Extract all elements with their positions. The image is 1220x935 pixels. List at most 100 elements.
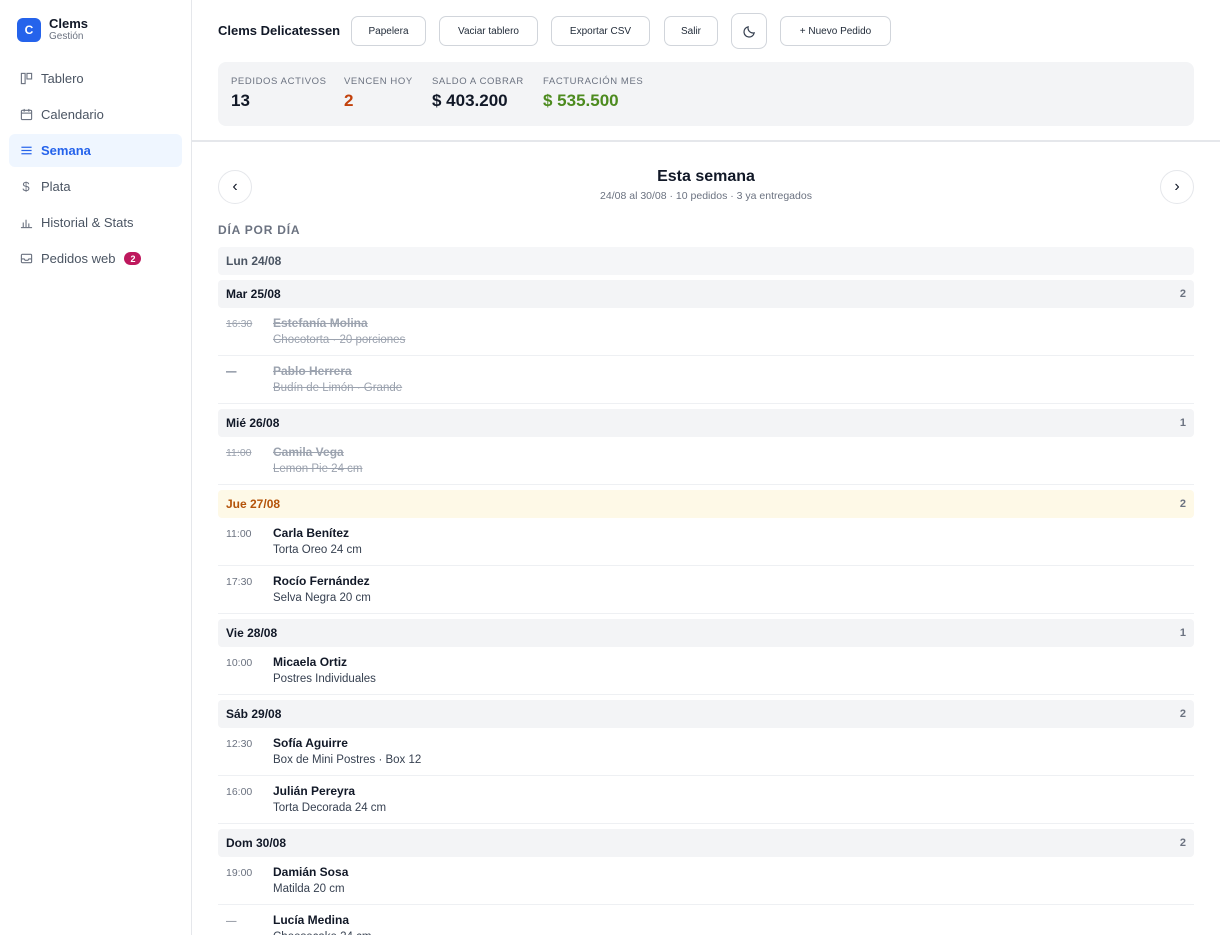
sidebar-item-pedidos-web[interactable]: Pedidos web 2 bbox=[9, 242, 182, 275]
main-content: Clems Delicatessen Papelera Vaciar table… bbox=[192, 0, 1220, 935]
order-description: Chocotorta · 20 porciones bbox=[273, 334, 406, 346]
order-row[interactable]: 11:00 Carla Benítez Torta Oreo 24 cm bbox=[218, 518, 1194, 566]
day-list: Lun 24/08 Mar 25/08 2 16:30 Estefanía Molina… bbox=[218, 247, 1194, 935]
brand-name: Clems bbox=[49, 16, 89, 31]
order-info: Rocío Fernández Selva Negra 20 cm bbox=[273, 574, 371, 604]
stat-value: $ 535.500 bbox=[543, 91, 619, 110]
calendar-icon bbox=[19, 108, 33, 122]
brand-subtitle: Gestión bbox=[49, 31, 84, 42]
sidebar-item-historial[interactable]: Historial & Stats bbox=[9, 206, 182, 239]
next-week-button[interactable]: › bbox=[1160, 170, 1194, 204]
order-info: Carla Benítez Torta Oreo 24 cm bbox=[273, 526, 362, 556]
day-header[interactable]: Jue 27/08 2 bbox=[218, 490, 1194, 518]
day-label: Vie 28/08 bbox=[226, 626, 278, 640]
stat-label: VENCEN HOY bbox=[344, 76, 413, 87]
shop-name: Clems Delicatessen bbox=[218, 23, 341, 38]
order-row[interactable]: 16:30 Estefanía Molina Chocotorta · 20 por… bbox=[218, 308, 1194, 356]
day-label: Jue 27/08 bbox=[226, 497, 281, 511]
order-row[interactable]: 17:30 Rocío Fernández Selva Negra 20 cm bbox=[218, 566, 1194, 614]
order-customer: Rocío Fernández bbox=[273, 574, 370, 588]
day-label: Sáb 29/08 bbox=[226, 707, 282, 721]
order-row[interactable]: — Lucía Medina Cheesecake 24 cm bbox=[218, 905, 1194, 935]
vaciar-tablero-button[interactable]: Vaciar tablero bbox=[439, 16, 538, 46]
sidebar-item-semana[interactable]: Semana bbox=[9, 134, 182, 167]
day-count: 1 bbox=[1179, 627, 1186, 639]
sidebar-item-label: Plata bbox=[41, 179, 71, 194]
stat-value: $ 403.200 bbox=[432, 91, 508, 110]
stat-label: SALDO A COBRAR bbox=[432, 76, 524, 87]
order-info: Camila Vega Lemon Pie 24 cm bbox=[273, 445, 363, 475]
nuevo-pedido-button[interactable]: + Nuevo Pedido bbox=[780, 16, 891, 46]
stat-label: PEDIDOS ACTIVOS bbox=[231, 76, 327, 87]
order-time: — bbox=[226, 366, 237, 378]
sidebar-item-label: Calendario bbox=[41, 107, 104, 122]
day-label: Mar 25/08 bbox=[226, 287, 281, 301]
stat-value: 2 bbox=[344, 91, 354, 110]
brand[interactable]: C Clems Gestión bbox=[17, 17, 88, 43]
list-icon bbox=[19, 144, 33, 158]
order-row[interactable]: 16:00 Julián Pereyra Torta Decorada 24 cm bbox=[218, 776, 1194, 824]
papelera-button[interactable]: Papelera bbox=[351, 16, 426, 46]
bar-chart-icon bbox=[19, 216, 33, 230]
order-customer: Pablo Herrera bbox=[273, 364, 352, 378]
day-header[interactable]: Vie 28/08 1 bbox=[218, 619, 1194, 647]
order-description: Matilda 20 cm bbox=[273, 883, 345, 895]
order-time: 12:30 bbox=[226, 738, 253, 750]
day-header[interactable]: Mar 25/08 2 bbox=[218, 280, 1194, 308]
stat-facturacion-mes: FACTURACIÓN MES $ 535.500 bbox=[543, 76, 643, 111]
order-description: Torta Oreo 24 cm bbox=[273, 544, 362, 556]
week-subtitle: 24/08 al 30/08 · 10 pedidos · 3 ya entre… bbox=[600, 190, 812, 202]
sidebar-item-tablero[interactable]: Tablero bbox=[9, 62, 182, 95]
order-customer: Sofía Aguirre bbox=[273, 736, 348, 750]
day-label: Mié 26/08 bbox=[226, 416, 280, 430]
day-count: 2 bbox=[1179, 288, 1186, 300]
order-time: — bbox=[226, 915, 237, 927]
order-info: Sofía Aguirre Box de Mini Postres · Box 1… bbox=[273, 736, 421, 766]
chevron-right-icon: › bbox=[1174, 178, 1180, 195]
order-row[interactable]: 11:00 Camila Vega Lemon Pie 24 cm bbox=[218, 437, 1194, 485]
order-customer: Lucía Medina bbox=[273, 913, 350, 927]
order-row[interactable]: 19:00 Damián Sosa Matilda 20 cm bbox=[218, 857, 1194, 905]
order-info: Pablo Herrera Budín de Limón · Grande bbox=[273, 364, 402, 394]
sidebar: C Clems Gestión Tablero Calendario Seman… bbox=[0, 0, 192, 935]
week-header: ‹ Esta semana 24/08 al 30/08 · 10 pedido… bbox=[218, 168, 1194, 204]
order-description: Budín de Limón · Grande bbox=[273, 382, 403, 394]
exportar-csv-button[interactable]: Exportar CSV bbox=[551, 16, 650, 46]
order-row[interactable]: — Pablo Herrera Budín de Limón · Grande bbox=[218, 356, 1194, 404]
order-time: 16:30 bbox=[226, 318, 253, 330]
day-header[interactable]: Sáb 29/08 2 bbox=[218, 700, 1194, 728]
order-time: 11:00 bbox=[226, 528, 252, 540]
order-description: Box de Mini Postres · Box 12 bbox=[273, 754, 422, 766]
order-customer: Camila Vega bbox=[273, 445, 344, 459]
topbar: Clems Delicatessen Papelera Vaciar table… bbox=[192, 0, 1220, 142]
order-customer: Julián Pereyra bbox=[273, 784, 356, 798]
brand-text: Clems Gestión bbox=[49, 17, 88, 43]
sidebar-item-calendario[interactable]: Calendario bbox=[9, 98, 182, 131]
theme-toggle-button[interactable] bbox=[731, 13, 767, 49]
stat-value: 13 bbox=[231, 91, 250, 110]
sidebar-item-label: Historial & Stats bbox=[41, 215, 134, 230]
sidebar-item-label: Semana bbox=[41, 143, 91, 158]
sidebar-item-label: Pedidos web bbox=[41, 251, 116, 266]
moon-icon bbox=[742, 25, 755, 38]
day-label: Dom 30/08 bbox=[226, 836, 287, 850]
order-row[interactable]: 12:30 Sofía Aguirre Box de Mini Postres · … bbox=[218, 728, 1194, 776]
day-header[interactable]: Mié 26/08 1 bbox=[218, 409, 1194, 437]
order-customer: Damián Sosa bbox=[273, 865, 349, 879]
stat-saldo-a-cobrar: SALDO A COBRAR $ 403.200 bbox=[432, 76, 524, 111]
order-info: Damián Sosa Matilda 20 cm bbox=[273, 865, 348, 895]
sidebar-nav: Tablero Calendario Semana $ Plata Histor… bbox=[9, 62, 182, 278]
order-time: 16:00 bbox=[226, 786, 253, 798]
order-row[interactable]: 10:00 Micaela Ortiz Postres Individuales bbox=[218, 647, 1194, 695]
board-icon bbox=[19, 72, 33, 86]
stat-pedidos-activos: PEDIDOS ACTIVOS 13 bbox=[231, 76, 327, 111]
order-info: Lucía Medina Cheesecake 24 cm bbox=[273, 913, 371, 935]
day-label: Lun 24/08 bbox=[226, 254, 282, 268]
salir-button[interactable]: Salir bbox=[664, 16, 718, 46]
day-count: 1 bbox=[1179, 417, 1186, 429]
order-customer: Micaela Ortiz bbox=[273, 655, 348, 669]
sidebar-item-plata[interactable]: $ Plata bbox=[9, 170, 182, 203]
day-header[interactable]: Dom 30/08 2 bbox=[218, 829, 1194, 857]
day-header[interactable]: Lun 24/08 bbox=[218, 247, 1194, 275]
day-count: 2 bbox=[1179, 498, 1186, 510]
